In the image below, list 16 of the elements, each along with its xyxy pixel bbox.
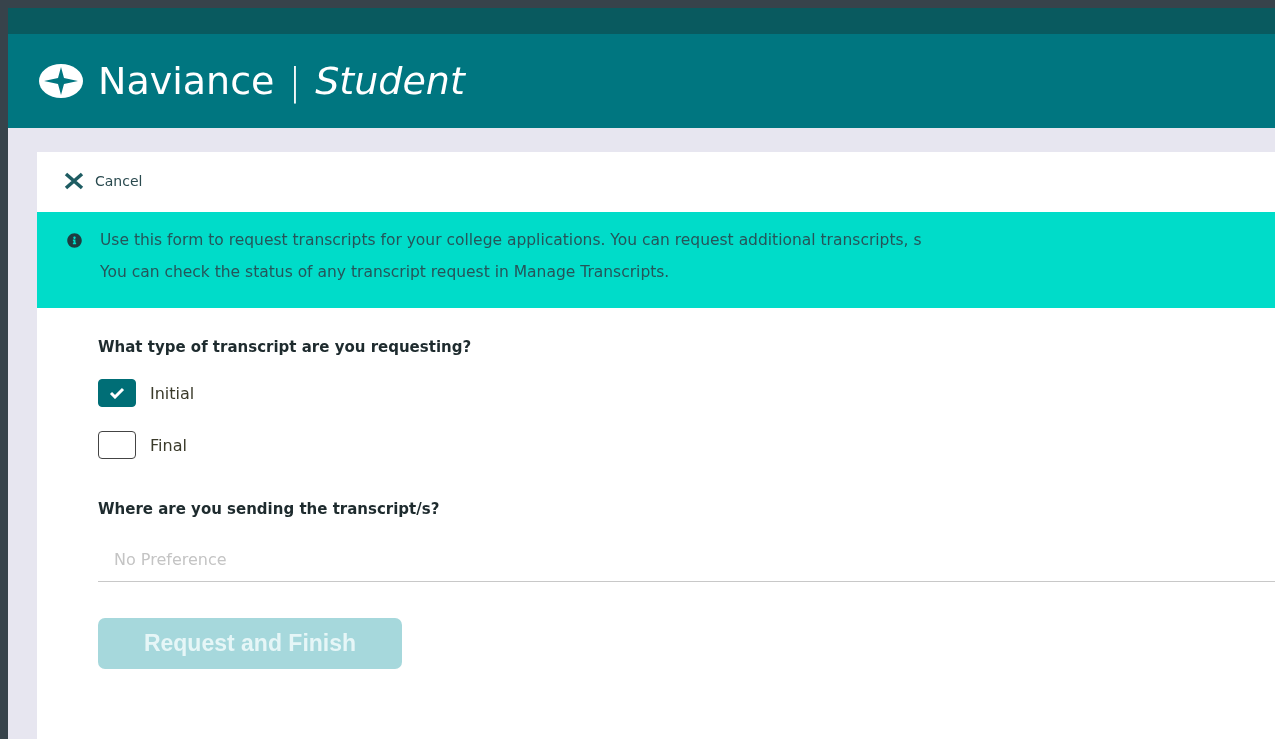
cancel-button[interactable]: Cancel: [63, 168, 143, 194]
brand-name: Naviance: [98, 59, 275, 103]
checkbox[interactable]: [98, 431, 136, 459]
check-icon: [109, 387, 125, 399]
title-separator: |: [288, 59, 302, 103]
option-label: Final: [150, 435, 187, 455]
product-name: Student: [315, 59, 465, 103]
close-icon: [63, 172, 85, 190]
option-label: Initial: [150, 383, 195, 403]
checkbox[interactable]: [98, 379, 136, 407]
info-icon: [67, 233, 82, 248]
question-label: Where are you sending the transcript/s?: [98, 500, 441, 518]
compass-logo-icon: [38, 63, 84, 99]
question-label: What type of transcript are you requesting?: [98, 338, 473, 356]
info-text: You can check the status of any transcript request in Manage Transcripts.: [100, 262, 671, 282]
info-text: Use this form to request transcripts for your college applications. You can request additional transcripts, s: [100, 230, 922, 250]
